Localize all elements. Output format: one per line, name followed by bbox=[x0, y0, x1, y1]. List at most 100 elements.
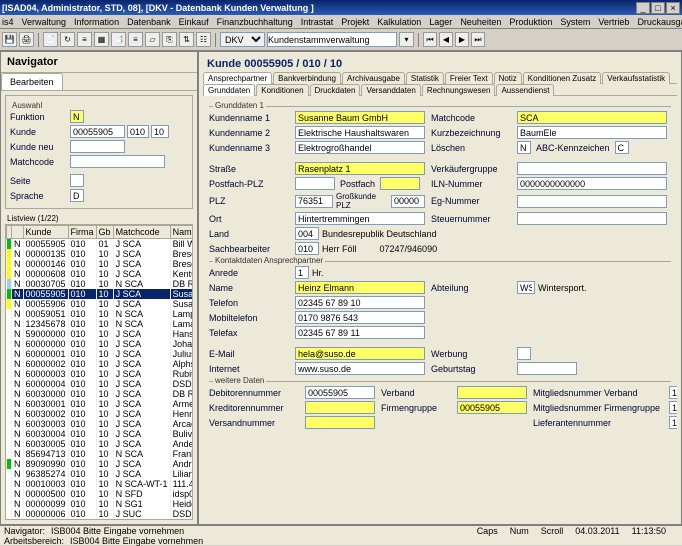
nav-next-icon[interactable]: ▶ bbox=[455, 32, 469, 47]
menu-kalkulation[interactable]: Kalkulation bbox=[377, 17, 421, 27]
table-row[interactable]: N6003000201010J SCAHenn AG bbox=[7, 409, 194, 419]
table-row[interactable]: N9638527401010J SCALilian Wel bbox=[7, 469, 194, 479]
plz-input[interactable] bbox=[295, 195, 333, 208]
table-row[interactable]: N0000014601010J SCABresenfeld bbox=[7, 259, 194, 269]
anrede-input[interactable] bbox=[295, 266, 309, 279]
table-row[interactable]: N6000000201010J SCAAlphsquadr bbox=[7, 359, 194, 369]
sheet-icon[interactable]: ▱ bbox=[145, 32, 160, 47]
col-tag[interactable] bbox=[12, 226, 24, 239]
mgfg-input[interactable] bbox=[669, 401, 677, 414]
menu-produktion[interactable]: Produktion bbox=[509, 17, 552, 27]
telefon-input[interactable] bbox=[295, 296, 425, 309]
versand-input[interactable] bbox=[305, 416, 375, 429]
menu-projekt[interactable]: Projekt bbox=[341, 17, 369, 27]
listview[interactable]: KundeFirmaGbMatchcodeNameN0005590501001J… bbox=[5, 224, 193, 520]
table-row[interactable]: N0000060801010J SCAKentucky F bbox=[7, 269, 194, 279]
tab-archivausgabe[interactable]: Archivausgabe bbox=[342, 72, 405, 84]
tab-versanddaten[interactable]: Versanddaten bbox=[361, 84, 420, 96]
abc-input[interactable] bbox=[615, 141, 629, 154]
landcode-input[interactable] bbox=[295, 227, 319, 240]
sort-icon[interactable]: ⇅ bbox=[179, 32, 194, 47]
table-row[interactable]: N0001000301010N SCA-WT-1111.44.666 bbox=[7, 479, 194, 489]
mgvb-input[interactable] bbox=[669, 386, 677, 399]
tab-bankverbindung[interactable]: Bankverbindung bbox=[273, 72, 341, 84]
grosskundeplz-input[interactable] bbox=[391, 195, 425, 208]
module-select[interactable]: DKV bbox=[220, 32, 265, 47]
dropdown-icon[interactable]: ▾ bbox=[399, 32, 414, 47]
abteilung-code-input[interactable] bbox=[517, 281, 535, 294]
table-row[interactable]: N6003000401010J SCABulivicz bbox=[7, 429, 194, 439]
loeschen-input[interactable] bbox=[517, 141, 531, 154]
table-row[interactable]: N6003000001010J SCADB Reise & bbox=[7, 389, 194, 399]
steuer-input[interactable] bbox=[517, 212, 667, 225]
menu-druckausgabev[interactable]: Druckausgabev bbox=[637, 17, 682, 27]
col-Matchcode[interactable]: Matchcode bbox=[113, 226, 170, 239]
matchcode-field[interactable] bbox=[517, 111, 667, 124]
filter-icon[interactable]: ⎘ bbox=[162, 32, 177, 47]
postfachplz-input[interactable] bbox=[295, 177, 335, 190]
matchcode-input[interactable] bbox=[70, 155, 165, 168]
menu-neuheiten[interactable]: Neuheiten bbox=[460, 17, 501, 27]
tab-freier-text[interactable]: Freier Text bbox=[445, 72, 493, 84]
kunde-input[interactable] bbox=[70, 125, 125, 138]
col-Gb[interactable]: Gb bbox=[96, 226, 113, 239]
menu-einkauf[interactable]: Einkauf bbox=[179, 17, 209, 27]
table-row[interactable]: N5900000001010J SCAHans Freuh bbox=[7, 329, 194, 339]
file-icon[interactable]: 📄 bbox=[43, 32, 58, 47]
internet-input[interactable] bbox=[295, 362, 425, 375]
tab-notiz[interactable]: Notiz bbox=[494, 72, 522, 84]
table-row[interactable]: N1234567801010N SCALamanik Ge bbox=[7, 319, 194, 329]
verband-input[interactable] bbox=[457, 386, 527, 399]
tab-rechnungswesen[interactable]: Rechnungswesen bbox=[422, 84, 496, 96]
list-icon[interactable]: ≡ bbox=[77, 32, 92, 47]
kunde-neu-input[interactable] bbox=[70, 140, 125, 153]
sachcode-input[interactable] bbox=[295, 242, 319, 255]
menu-system[interactable]: System bbox=[560, 17, 590, 27]
close-button[interactable]: × bbox=[666, 2, 680, 14]
col-Firma[interactable]: Firma bbox=[68, 226, 96, 239]
lief-input[interactable] bbox=[669, 416, 677, 429]
nav-first-icon[interactable]: ⏮ bbox=[423, 32, 437, 47]
menu-vertrieb[interactable]: Vertrieb bbox=[598, 17, 629, 27]
tab-konditionen-zusatz[interactable]: Konditionen Zusatz bbox=[523, 72, 602, 84]
table-row[interactable]: N0005590601010J SCASusanne Be bbox=[7, 299, 194, 309]
postfach-input[interactable] bbox=[380, 177, 420, 190]
kunde-sub2-input[interactable] bbox=[151, 125, 169, 138]
refresh-icon[interactable]: ↻ bbox=[60, 32, 75, 47]
tab-bearbeiten[interactable]: Bearbeiten bbox=[1, 73, 63, 90]
tab-aussendienst[interactable]: Aussendienst bbox=[496, 84, 554, 96]
menu-intrastat[interactable]: Intrastat bbox=[301, 17, 334, 27]
table-row[interactable]: N6003000501010J SCAAnderen bbox=[7, 439, 194, 449]
table-row[interactable]: N6000000401010J SCADSD Dillin bbox=[7, 379, 194, 389]
kundenname2-input[interactable] bbox=[295, 126, 425, 139]
list2-icon[interactable]: ≡ bbox=[128, 32, 143, 47]
menu-datenbank[interactable]: Datenbank bbox=[127, 17, 171, 27]
menu-lager[interactable]: Lager bbox=[429, 17, 452, 27]
minimize-button[interactable]: _ bbox=[636, 2, 650, 14]
table-row[interactable]: N6003000101010J SCAArmes bbox=[7, 399, 194, 409]
table-row[interactable]: N8909099001010J SCAAndrea Sch bbox=[7, 459, 194, 469]
module-desc-input[interactable] bbox=[267, 32, 397, 47]
kurzbez-input[interactable] bbox=[517, 126, 667, 139]
telefax-input[interactable] bbox=[295, 326, 425, 339]
table-row[interactable]: N0005590501010J SCASusanne Be bbox=[7, 289, 194, 299]
table-row[interactable]: N0000050001010N SFDidsp0 bbox=[7, 489, 194, 499]
col-Name[interactable]: Name bbox=[170, 226, 193, 239]
tab-grunddaten[interactable]: Grunddaten bbox=[203, 84, 255, 96]
mobil-input[interactable] bbox=[295, 311, 425, 324]
geburtstag-input[interactable] bbox=[517, 362, 577, 375]
kunde-sub1-input[interactable] bbox=[127, 125, 149, 138]
table-row[interactable]: N0000000501010N SUCBuzi Sorge bbox=[7, 519, 194, 520]
menu-verwaltung[interactable]: Verwaltung bbox=[22, 17, 67, 27]
table-row[interactable]: N6000000101010J SCAJulius Per bbox=[7, 349, 194, 359]
kundenname1-input[interactable] bbox=[295, 111, 425, 124]
tab-statistik[interactable]: Statistik bbox=[406, 72, 444, 84]
fg-input[interactable] bbox=[457, 401, 527, 414]
view-icon[interactable]: ☷ bbox=[196, 32, 211, 47]
table-row[interactable]: N0000000601010J SUCDSD Dillin bbox=[7, 509, 194, 519]
col-Kunde[interactable]: Kunde bbox=[23, 226, 68, 239]
table-row[interactable]: N0000013501010J SCABresenfeld bbox=[7, 249, 194, 259]
table-row[interactable]: N0005905101010N SCALamprecht bbox=[7, 309, 194, 319]
table-row[interactable]: N6003000301010J SCAArcadius V bbox=[7, 419, 194, 429]
iln-input[interactable] bbox=[517, 177, 667, 190]
